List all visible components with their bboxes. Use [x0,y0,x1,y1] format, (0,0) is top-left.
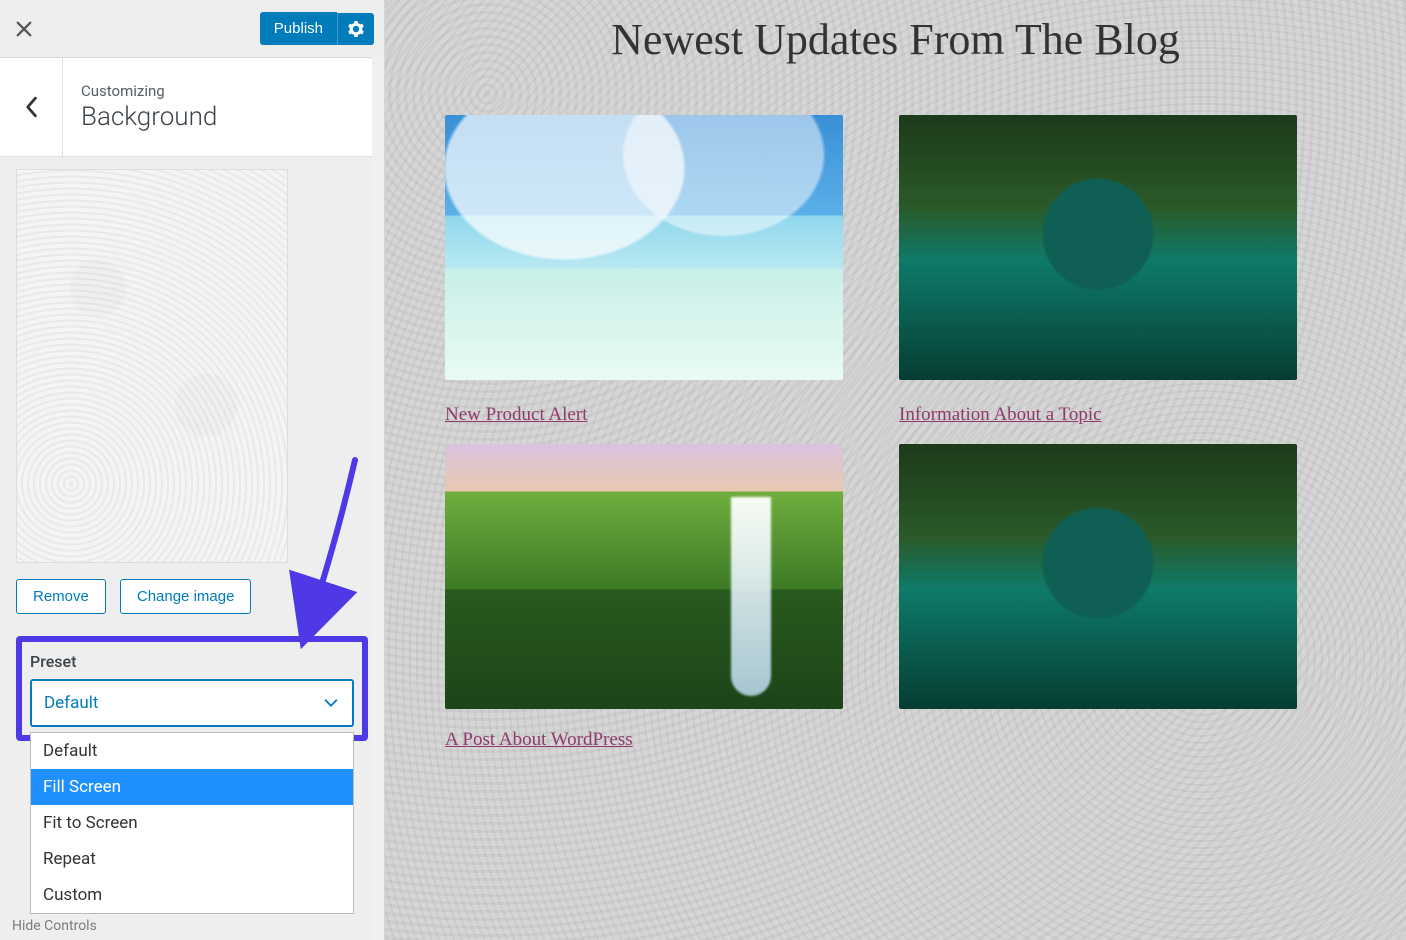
page-heading: Newest Updates From The Blog [445,14,1346,65]
post-title-link[interactable]: A Post About WordPress [445,729,633,750]
preset-option-fit-to-screen[interactable]: Fit to Screen [31,805,353,841]
chevron-left-icon [24,96,38,118]
post-thumbnail[interactable] [445,444,843,709]
post-card: New Product Alert A Post About WordPress [445,115,843,751]
image-action-row: Remove Change image [16,579,368,614]
chevron-down-icon [322,694,340,712]
app-root: Publish Customizing Background Remove Ch… [0,0,1406,940]
preset-selected-value: Default [44,693,98,713]
close-icon [15,20,33,38]
hide-controls-peek: Hide Controls [12,918,97,934]
section-header: Customizing Background [0,58,384,157]
change-image-button[interactable]: Change image [120,579,252,614]
close-customizer-button[interactable] [0,0,48,57]
post-title-wrap: New Product Alert [445,404,843,426]
preset-control-highlight: Preset Default Default Fill Screen Fit t… [16,636,368,741]
post-thumbnail[interactable] [899,115,1297,380]
publish-settings-button[interactable] [337,13,374,45]
post-card: Information About a Topic [899,115,1297,751]
remove-image-button[interactable]: Remove [16,579,106,614]
background-image-thumbnail[interactable] [16,169,288,563]
post-title-wrap: Information About a Topic [899,404,1297,426]
publish-button-group: Publish [260,12,374,45]
sidebar-top-bar: Publish [0,0,384,58]
panel-body: Remove Change image Preset Default Defau… [0,157,384,940]
posts-grid: New Product Alert A Post About WordPress… [445,115,1346,751]
gear-icon [348,21,364,37]
post-title-link[interactable]: New Product Alert [445,404,587,425]
preset-option-repeat[interactable]: Repeat [31,841,353,877]
preset-option-fill-screen[interactable]: Fill Screen [31,769,353,805]
preset-option-custom[interactable]: Custom [31,877,353,913]
preset-label: Preset [30,652,354,671]
preset-option-default[interactable]: Default [31,733,353,769]
preset-select[interactable]: Default [30,679,354,727]
post-thumbnail[interactable] [899,444,1297,709]
post-thumbnail[interactable] [445,115,843,380]
section-title: Background [81,102,217,132]
scrollbar-track[interactable] [372,57,384,940]
site-preview[interactable]: Newest Updates From The Blog New Product… [385,0,1406,940]
back-button[interactable] [0,58,63,156]
customizer-sidebar: Publish Customizing Background Remove Ch… [0,0,385,940]
section-titles: Customizing Background [63,58,235,156]
publish-button[interactable]: Publish [260,12,337,45]
breadcrumb-label: Customizing [81,82,217,100]
preset-dropdown: Default Fill Screen Fit to Screen Repeat… [30,732,354,914]
preview-content: Newest Updates From The Blog New Product… [385,14,1406,751]
post-title-link[interactable]: Information About a Topic [899,404,1102,425]
post-title-wrap: A Post About WordPress [445,729,843,751]
